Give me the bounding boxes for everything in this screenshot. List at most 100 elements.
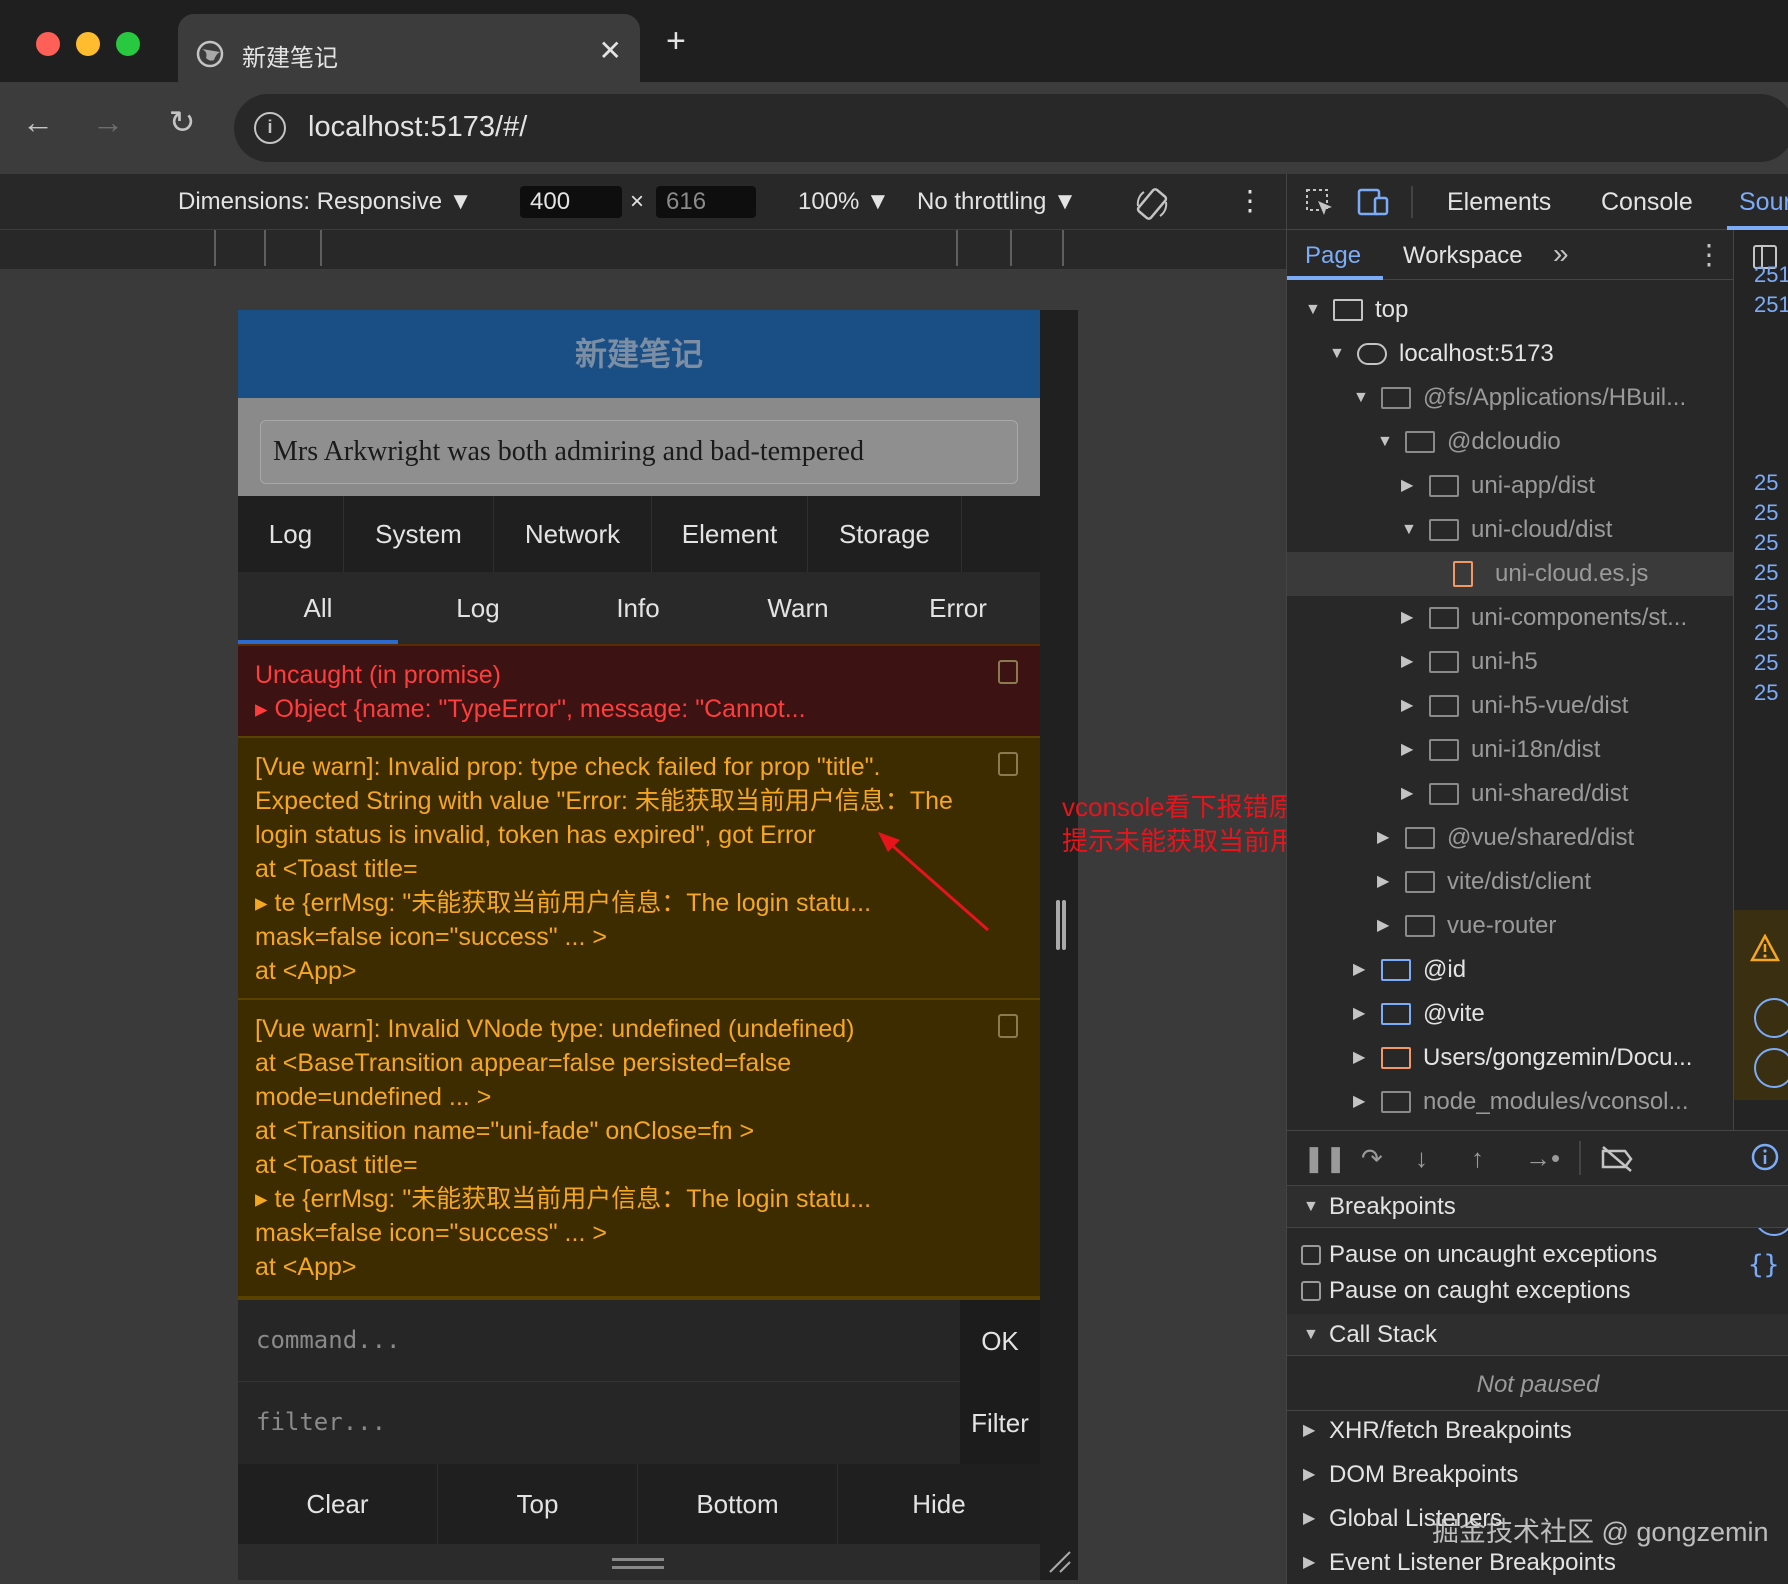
vconsole-tab-system[interactable]: System [344,496,494,572]
tree-item[interactable]: ▶ @vite [1287,992,1733,1036]
drag-handle[interactable] [612,1566,664,1569]
expanded-triangle-icon[interactable]: ▼ [1329,332,1345,376]
navigator-menu-icon[interactable]: ⋮ [1695,238,1723,271]
pause-uncaught-checkbox[interactable] [1301,1245,1321,1265]
expanded-triangle-icon[interactable]: ▼ [1353,376,1369,420]
collapsed-triangle-icon[interactable]: ▶ [1401,596,1413,640]
maximize-window-button[interactable] [116,32,140,56]
call-stack-header[interactable]: ▼ Call Stack [1287,1314,1788,1356]
tree-item[interactable]: ▶ uni-components/st... [1287,596,1733,640]
tree-item[interactable]: uni-cloud.es.js [1287,552,1733,596]
collapsed-triangle-icon[interactable]: ▶ [1401,640,1413,684]
tree-item[interactable]: ▶ uni-i18n/dist [1287,728,1733,772]
drag-handle[interactable] [612,1558,664,1561]
step-icon[interactable]: →• [1525,1143,1560,1174]
collapsed-triangle-icon[interactable]: ▶ [1401,684,1413,728]
height-input[interactable]: 616 [656,186,756,218]
pause-caught-row[interactable]: Pause on caught exceptions [1287,1270,1788,1312]
more-tabs-icon[interactable]: » [1553,238,1569,270]
site-info-icon[interactable]: i [254,112,286,144]
note-input[interactable]: Mrs Arkwright was both admiring and bad-… [260,420,1018,484]
breakpoints-header[interactable]: ▼ Breakpoints [1287,1186,1788,1228]
log-entry-error[interactable]: Uncaught (in promise) ▸ Object {name: "T… [238,644,1040,736]
tree-item[interactable]: ▼ top [1287,288,1733,332]
log-line[interactable]: ▸ te {errMsg: "未能获取当前用户信息：The login stat… [255,1182,1040,1216]
vconsole-tab-element[interactable]: Element [652,496,808,572]
badge-icon[interactable] [1754,998,1788,1038]
copy-icon[interactable] [998,660,1018,684]
filter-tab-error[interactable]: Error [878,572,1038,644]
filter-tab-warn[interactable]: Warn [718,572,878,644]
dimensions-select[interactable]: Dimensions: Responsive ▼ [178,188,473,216]
tree-item[interactable]: ▶ vue-router [1287,904,1733,948]
minimize-window-button[interactable] [76,32,100,56]
close-tab-icon[interactable]: ✕ [599,34,622,67]
pause-caught-checkbox[interactable] [1301,1281,1321,1301]
tree-item[interactable]: ▼ localhost:5173 [1287,332,1733,376]
step-into-icon[interactable]: ↓ [1415,1143,1428,1174]
resize-corner-icon[interactable] [1046,1548,1072,1574]
tab-console[interactable]: Console [1601,188,1693,217]
expanded-triangle-icon[interactable]: ▼ [1401,508,1417,552]
tree-item[interactable]: ▼ uni-cloud/dist [1287,508,1733,552]
step-out-icon[interactable]: ↑ [1471,1143,1484,1174]
expanded-triangle-icon[interactable]: ▼ [1305,288,1321,332]
tree-item[interactable]: ▶ uni-h5 [1287,640,1733,684]
ruler-tick[interactable] [956,230,958,266]
dom-breakpoints-header[interactable]: ▶ DOM Breakpoints [1287,1454,1788,1496]
collapsed-triangle-icon[interactable]: ▶ [1377,816,1389,860]
badge-icon[interactable] [1754,1048,1788,1088]
bottom-button[interactable]: Bottom [638,1464,838,1544]
tab-page[interactable]: Page [1305,242,1361,270]
collapsed-triangle-icon[interactable]: ▶ [1401,464,1413,508]
step-over-icon[interactable]: ↷ [1361,1143,1383,1174]
tree-item[interactable]: ▼ @dcloudio [1287,420,1733,464]
resize-handle[interactable] [1056,900,1060,950]
filter-tab-all[interactable]: All [238,572,398,644]
vconsole-tab-storage[interactable]: Storage [808,496,962,572]
ok-button[interactable]: OK [960,1300,1040,1382]
zoom-select[interactable]: 100% ▼ [798,188,890,216]
copy-icon[interactable] [998,1014,1018,1038]
new-tab-icon[interactable]: + [666,22,686,61]
filter-input[interactable]: filter... [256,1408,386,1436]
collapsed-triangle-icon[interactable]: ▶ [1353,1080,1365,1124]
ruler-tick[interactable] [320,230,322,266]
log-line[interactable]: ▸ Object {name: "TypeError", message: "C… [255,692,1040,726]
collapsed-triangle-icon[interactable]: ▶ [1377,860,1389,904]
top-button[interactable]: Top [438,1464,638,1544]
tree-item[interactable]: ▶ @id [1287,948,1733,992]
rotate-icon[interactable] [1134,186,1170,222]
collapsed-triangle-icon[interactable]: ▶ [1353,948,1365,992]
url-text[interactable]: localhost:5173/#/ [308,111,527,144]
collapsed-triangle-icon[interactable]: ▶ [1377,904,1389,948]
tree-item[interactable]: ▶ Users/gongzemin/Docu... [1287,1036,1733,1080]
throttling-select[interactable]: No throttling ▼ [917,188,1077,216]
ruler-tick[interactable] [1010,230,1012,266]
vconsole-tab-log[interactable]: Log [238,496,344,572]
filter-tab-log[interactable]: Log [398,572,558,644]
tab-elements[interactable]: Elements [1447,188,1551,217]
tree-item[interactable]: ▶ vite/dist/client [1287,860,1733,904]
copy-icon[interactable] [998,752,1018,776]
ruler-tick[interactable] [264,230,266,266]
address-bar[interactable]: i localhost:5173/#/ [234,94,1788,162]
filter-button[interactable]: Filter [960,1382,1040,1464]
command-input[interactable]: command... [256,1326,401,1354]
width-input[interactable]: 400 [520,186,622,218]
clear-button[interactable]: Clear [238,1464,438,1544]
inspect-element-icon[interactable] [1305,188,1335,218]
tree-item[interactable]: ▶ uni-shared/dist [1287,772,1733,816]
close-window-button[interactable] [36,32,60,56]
tree-item[interactable]: ▼ @fs/Applications/HBuil... [1287,376,1733,420]
tree-item[interactable]: ▶ @vue/shared/dist [1287,816,1733,860]
filter-tab-info[interactable]: Info [558,572,718,644]
back-icon[interactable]: ← [18,102,58,142]
collapsed-triangle-icon[interactable]: ▶ [1401,772,1413,816]
collapsed-triangle-icon[interactable]: ▶ [1353,992,1365,1036]
vconsole-tab-network[interactable]: Network [494,496,652,572]
ruler-tick[interactable] [1062,230,1064,266]
ruler-tick[interactable] [214,230,216,266]
xhr-breakpoints-header[interactable]: ▶ XHR/fetch Breakpoints [1287,1410,1788,1452]
tree-item[interactable]: ▶ uni-h5-vue/dist [1287,684,1733,728]
